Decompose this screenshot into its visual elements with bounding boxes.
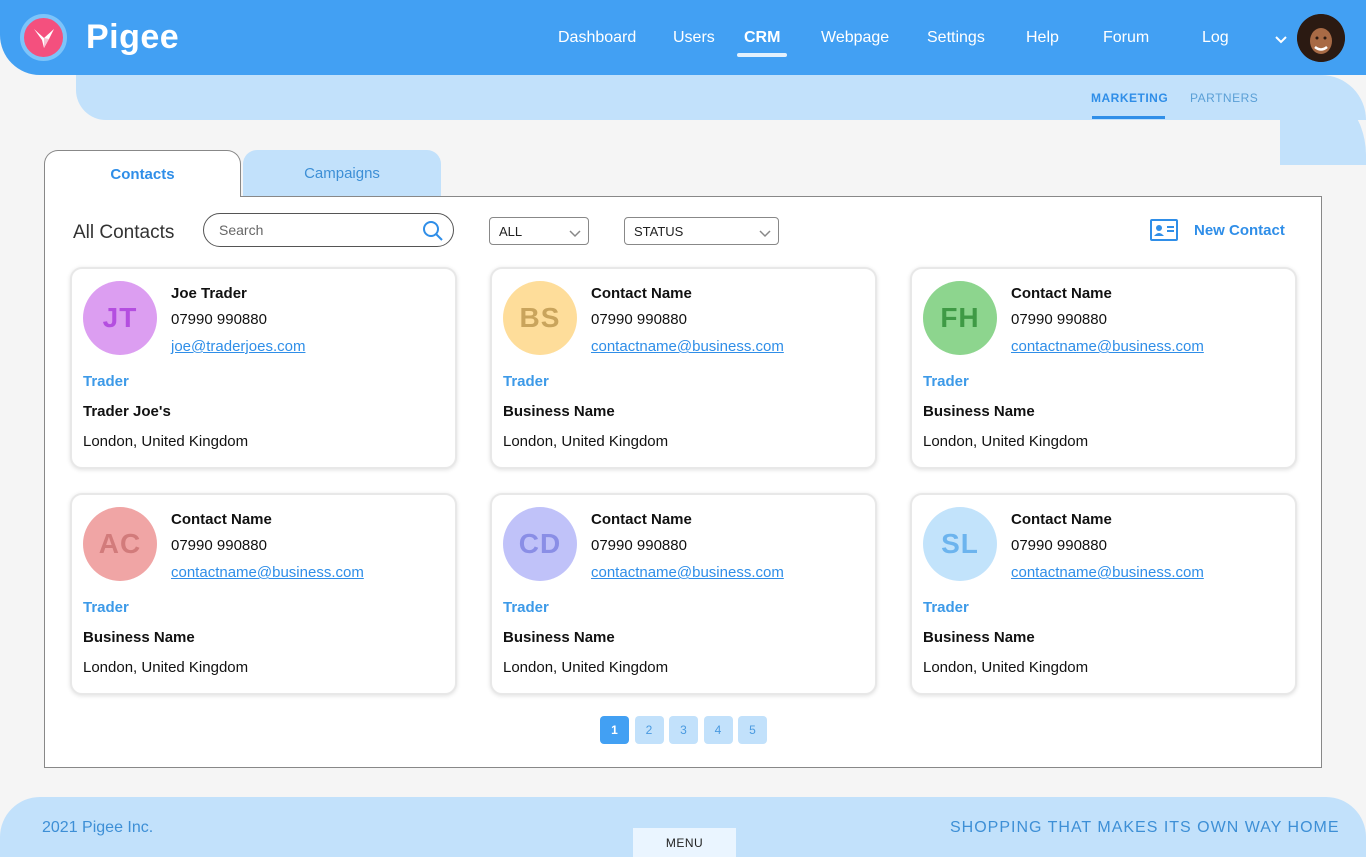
contact-role: Trader xyxy=(83,373,129,390)
contact-name: Contact Name xyxy=(591,511,692,528)
contact-phone: 07990 990880 xyxy=(171,537,267,554)
contact-email-link[interactable]: contactname@business.com xyxy=(1011,564,1204,581)
page-button-5[interactable]: 5 xyxy=(738,716,767,744)
subnav-partners[interactable]: PARTNERS xyxy=(1190,91,1258,105)
contact-location: London, United Kingdom xyxy=(503,659,669,676)
contact-business: Business Name xyxy=(503,629,615,646)
chevron-down-icon xyxy=(759,226,771,241)
contact-card[interactable]: BS Contact Name 07990 990880 contactname@bu… xyxy=(490,267,877,469)
chevron-down-icon xyxy=(569,226,581,241)
page-button-3[interactable]: 3 xyxy=(669,716,698,744)
contact-phone: 07990 990880 xyxy=(591,311,687,328)
page-button-4[interactable]: 4 xyxy=(703,716,733,744)
contact-name: Joe Trader xyxy=(171,285,247,302)
contact-email-link[interactable]: joe@traderjoes.com xyxy=(171,338,305,355)
contact-role: Trader xyxy=(83,599,129,616)
filter-status-value: STATUS xyxy=(634,223,684,239)
tab-contacts[interactable]: Contacts xyxy=(44,150,241,197)
avatar[interactable] xyxy=(1297,14,1345,62)
contact-initials-avatar: FH xyxy=(923,281,997,355)
search-icon[interactable] xyxy=(422,220,444,247)
contact-initials-avatar: JT xyxy=(83,281,157,355)
contact-phone: 07990 990880 xyxy=(1011,537,1107,554)
contact-card-icon xyxy=(1150,219,1178,241)
contact-location: London, United Kingdom xyxy=(923,659,1089,676)
subnav-active-indicator xyxy=(1092,116,1165,119)
contact-name: Contact Name xyxy=(591,285,692,302)
contact-name: Contact Name xyxy=(1011,285,1112,302)
contact-initials-avatar: CD xyxy=(503,507,577,581)
nav-active-indicator xyxy=(737,53,787,57)
nav-webpage[interactable]: Webpage xyxy=(821,29,889,47)
chevron-down-icon[interactable] xyxy=(1274,32,1288,50)
contact-location: London, United Kingdom xyxy=(83,659,249,676)
nav-help[interactable]: Help xyxy=(1026,29,1059,47)
contact-business: Trader Joe's xyxy=(83,403,171,420)
footer-tagline: SHOPPING THAT MAKES ITS OWN WAY HOME xyxy=(950,819,1340,836)
contact-initials-avatar: AC xyxy=(83,507,157,581)
contact-card[interactable]: FH Contact Name 07990 990880 contactname@bu… xyxy=(910,267,1297,469)
contact-location: London, United Kingdom xyxy=(923,433,1089,450)
contact-role: Trader xyxy=(923,599,969,616)
contact-email-link[interactable]: contactname@business.com xyxy=(171,564,364,581)
page-button-1[interactable]: 1 xyxy=(600,716,629,744)
contact-card[interactable]: JT Joe Trader 07990 990880 joe@traderjoes.c… xyxy=(70,267,457,469)
new-contact-label: New Contact xyxy=(1194,221,1285,239)
search-input[interactable] xyxy=(219,222,409,238)
contact-business: Business Name xyxy=(923,629,1035,646)
subnav-marketing[interactable]: MARKETING xyxy=(1091,91,1168,105)
logo-icon[interactable] xyxy=(20,14,67,61)
contact-role: Trader xyxy=(503,373,549,390)
page-title: All Contacts xyxy=(73,222,175,243)
contact-card[interactable]: AC Contact Name 07990 990880 contactname@bu… xyxy=(70,493,457,695)
filter-all-value: ALL xyxy=(499,223,523,239)
contact-phone: 07990 990880 xyxy=(171,311,267,328)
subnav-bar xyxy=(76,75,1366,120)
contact-email-link[interactable]: contactname@business.com xyxy=(591,564,784,581)
tab-campaigns[interactable]: Campaigns xyxy=(243,150,441,196)
contact-name: Contact Name xyxy=(1011,511,1112,528)
nav-crm[interactable]: CRM xyxy=(744,29,780,47)
contact-email-link[interactable]: contactname@business.com xyxy=(591,338,784,355)
contact-business: Business Name xyxy=(503,403,615,420)
contact-phone: 07990 990880 xyxy=(1011,311,1107,328)
contact-location: London, United Kingdom xyxy=(503,433,669,450)
nav-settings[interactable]: Settings xyxy=(927,29,985,47)
contact-card[interactable]: SL Contact Name 07990 990880 contactname@bu… xyxy=(910,493,1297,695)
brand-name[interactable]: Pigee xyxy=(86,18,179,57)
filter-status-select[interactable]: STATUS xyxy=(624,217,779,245)
filter-all-select[interactable]: ALL xyxy=(489,217,589,245)
contact-email-link[interactable]: contactname@business.com xyxy=(1011,338,1204,355)
contact-card[interactable]: CD Contact Name 07990 990880 contactname@bu… xyxy=(490,493,877,695)
nav-forum[interactable]: Forum xyxy=(1103,29,1149,47)
nav-log[interactable]: Log xyxy=(1202,29,1229,47)
contact-business: Business Name xyxy=(923,403,1035,420)
nav-users[interactable]: Users xyxy=(673,29,715,47)
contact-initials-avatar: SL xyxy=(923,507,997,581)
contact-role: Trader xyxy=(923,373,969,390)
contact-location: London, United Kingdom xyxy=(83,433,249,450)
footer-copyright: 2021 Pigee Inc. xyxy=(42,819,154,836)
contact-name: Contact Name xyxy=(171,511,272,528)
search-box xyxy=(203,213,454,247)
menu-button[interactable]: MENU xyxy=(633,828,736,857)
new-contact-button[interactable]: New Contact xyxy=(1150,219,1285,241)
contact-phone: 07990 990880 xyxy=(591,537,687,554)
contact-initials-avatar: BS xyxy=(503,281,577,355)
page-button-2[interactable]: 2 xyxy=(634,716,664,744)
contact-role: Trader xyxy=(503,599,549,616)
nav-dashboard[interactable]: Dashboard xyxy=(558,29,636,47)
contact-business: Business Name xyxy=(83,629,195,646)
